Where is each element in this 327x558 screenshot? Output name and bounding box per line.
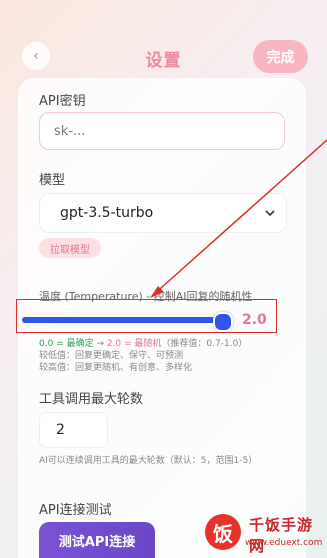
tool-rounds-input[interactable]: 2 <box>39 412 108 448</box>
model-select[interactable]: gpt-3.5-turbo <box>39 193 287 233</box>
chevron-down-icon <box>265 210 275 217</box>
tool-rounds-label: 工具调用最大轮数 <box>39 392 144 407</box>
watermark-url: www.eduext.com <box>245 538 323 548</box>
header: ‹ 设置 完成 <box>0 0 327 80</box>
temperature-value: 2.0 <box>242 312 267 328</box>
tool-rounds-hint: AI可以连续调用工具的最大轮数（默认：5，范围1-5） <box>39 456 258 466</box>
done-button[interactable]: 完成 <box>253 40 308 73</box>
tool-rounds-value: 2 <box>56 422 65 438</box>
watermark-mark: 饭 <box>205 514 241 550</box>
temperature-highlight-box <box>16 299 277 333</box>
fetch-models-button[interactable]: 拉取模型 <box>39 238 101 258</box>
api-key-input[interactable]: sk-... <box>39 112 285 150</box>
temperature-slider-thumb[interactable] <box>213 312 233 332</box>
watermark-logo: 饭 千饭手游网 www.eduext.com <box>205 512 325 556</box>
watermark-name: 千饭手游网 <box>249 516 314 555</box>
model-label: 模型 <box>39 173 66 188</box>
api-test-label: API连接测试 <box>39 503 112 518</box>
temperature-slider-fill <box>22 317 222 323</box>
test-api-button[interactable]: 测试API连接 <box>39 522 155 558</box>
api-key-label: API密钥 <box>39 94 86 109</box>
model-selected-value: gpt-3.5-turbo <box>60 205 154 221</box>
api-key-placeholder: sk-... <box>54 123 86 139</box>
temperature-hint-high: 较高值：回复更随机、有创意、多样化 <box>39 363 193 373</box>
